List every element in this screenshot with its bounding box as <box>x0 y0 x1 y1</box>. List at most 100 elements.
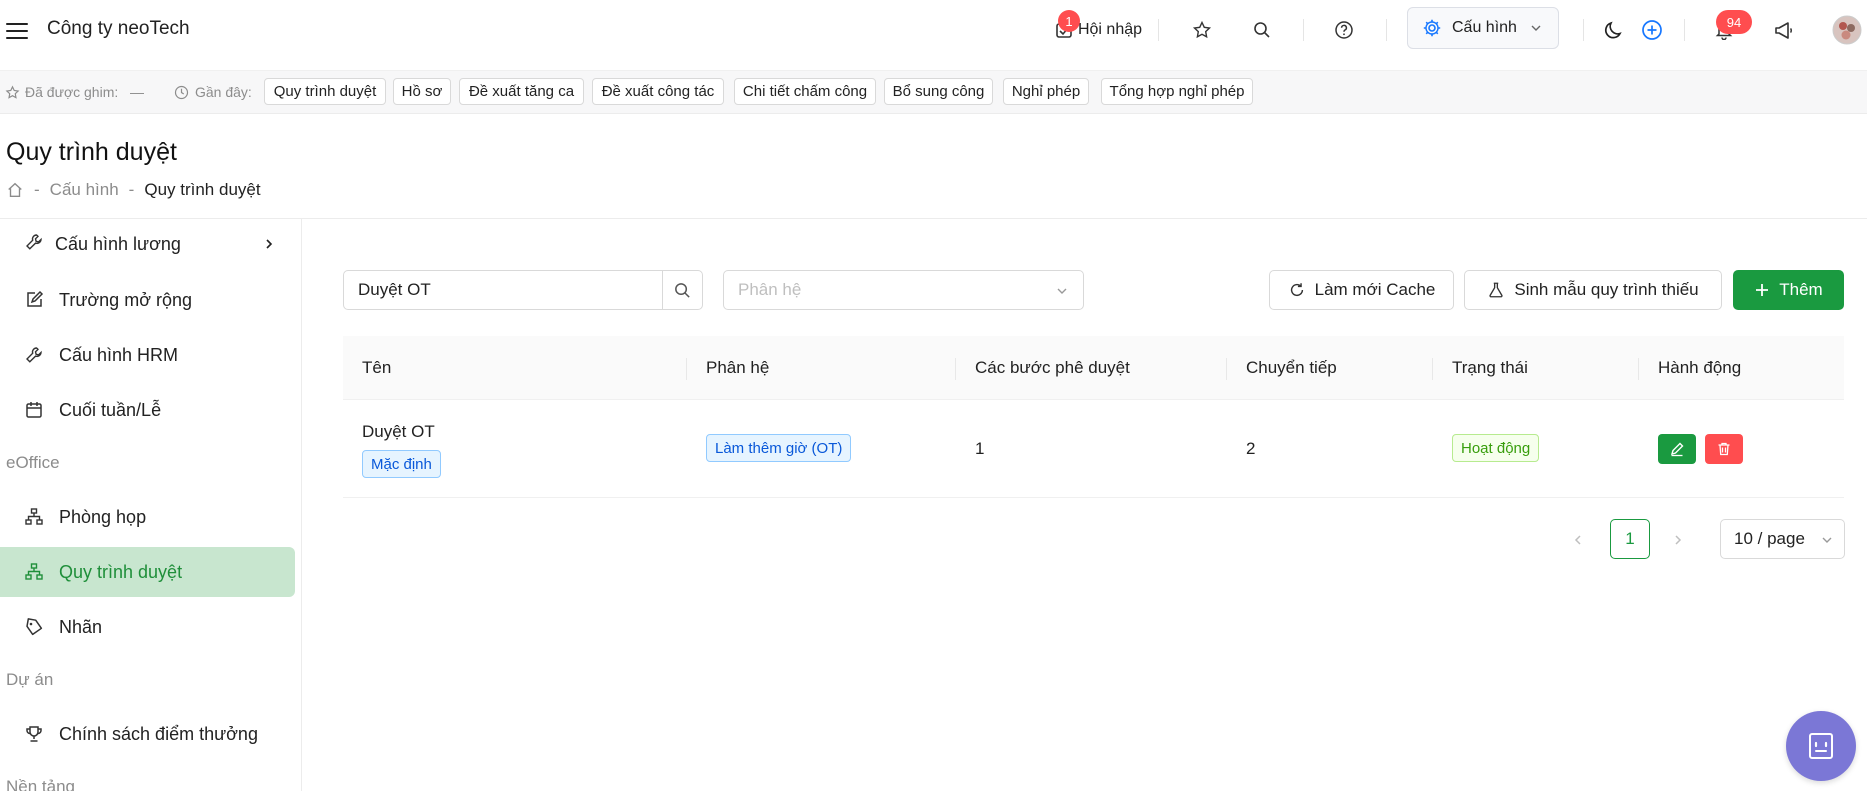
menu-icon[interactable] <box>6 22 28 40</box>
table-header: Tên Phân hệ Các bước phê duyệt Chuyển ti… <box>343 336 1844 400</box>
chevron-down-icon <box>1531 25 1541 31</box>
sidebar-item-label: Cấu hình HRM <box>59 344 179 365</box>
wrench-icon <box>26 347 42 363</box>
org-chart-icon <box>25 508 43 525</box>
config-button[interactable]: Cấu hình <box>1407 7 1559 49</box>
module-tag: Làm thêm giờ (OT) <box>706 434 852 462</box>
sidebar-item-label: Quy trình duyệt <box>59 561 183 582</box>
search-icon <box>675 282 690 298</box>
add-label: Thêm <box>1779 280 1823 299</box>
dark-mode-icon[interactable] <box>1598 0 1630 60</box>
gear-icon <box>1423 19 1441 37</box>
chevron-down-icon <box>1057 288 1067 294</box>
next-page-button[interactable] <box>1662 520 1694 560</box>
default-tag: Mặc định <box>362 450 441 478</box>
recent-chip-leave-summary[interactable]: Tổng hợp nghỉ phép <box>1101 78 1253 105</box>
sidebar-group-platform: Nền tảng <box>6 777 75 791</box>
clock-icon <box>174 85 189 100</box>
recent-chip-leave[interactable]: Nghỉ phép <box>1003 78 1089 105</box>
sidebar-item-label: Cấu hình lương <box>55 233 181 254</box>
refresh-cache-button[interactable]: Làm mới Cache <box>1269 270 1454 310</box>
sidebar-item-label: Chính sách điểm thưởng <box>59 723 258 744</box>
recent-chip-overtime[interactable]: Đề xuất tăng ca <box>459 78 584 105</box>
refresh-cache-label: Làm mới Cache <box>1314 280 1436 299</box>
recent-label: Gần đây: <box>195 84 252 100</box>
breadcrumb: - Cấu hình - Quy trình duyệt <box>6 180 261 200</box>
chatbot-button[interactable] <box>1786 711 1856 781</box>
calendar-icon <box>26 402 42 418</box>
table-row: Duyệt OT Mặc định Làm thêm giờ (OT) 1 2 … <box>343 400 1844 498</box>
chevron-right-icon <box>1675 535 1682 545</box>
breadcrumb-separator: - <box>34 180 40 199</box>
prev-page-button[interactable] <box>1562 520 1594 560</box>
sidebar-item-meeting-room[interactable]: Phòng họp <box>0 492 295 542</box>
tag-icon <box>26 618 43 636</box>
sidebar-item-labels[interactable]: Nhãn <box>0 602 295 652</box>
search-input[interactable] <box>344 271 662 309</box>
company-name[interactable]: Công ty neoTech <box>47 18 190 40</box>
search-button[interactable] <box>662 271 702 309</box>
wrench-icon <box>26 234 42 250</box>
recent-chip-attendance[interactable]: Chi tiết chấm công <box>734 78 876 105</box>
notification-badge: 94 <box>1716 10 1752 34</box>
sidebar-item-weekend-holiday[interactable]: Cuối tuần/Lễ <box>0 385 295 435</box>
chevron-left-icon <box>1574 535 1581 545</box>
home-icon[interactable] <box>6 181 24 199</box>
recent-chip-profile[interactable]: Hồ sơ <box>393 78 451 105</box>
avatar[interactable] <box>1830 0 1864 60</box>
add-circle-icon[interactable] <box>1636 0 1668 60</box>
add-button[interactable]: Thêm <box>1733 270 1844 310</box>
generate-template-label: Sinh mẫu quy trình thiếu <box>1514 280 1699 299</box>
sidebar-item-approval-workflow[interactable]: Quy trình duyệt <box>0 547 295 597</box>
module-select[interactable]: Phân hệ <box>723 270 1084 310</box>
edit-icon <box>27 290 44 307</box>
sidebar-group-eoffice: eOffice <box>6 453 60 472</box>
sidebar-item-label: Phòng họp <box>59 506 147 527</box>
flask-icon <box>1489 282 1503 298</box>
plus-icon <box>1756 284 1769 296</box>
recent-chip-approval[interactable]: Quy trình duyệt <box>264 78 386 105</box>
megaphone-icon[interactable] <box>1768 0 1800 60</box>
star-icon[interactable] <box>1186 0 1218 60</box>
page-number-button[interactable]: 1 <box>1610 519 1650 559</box>
sidebar-item-hrm-config[interactable]: Cấu hình HRM <box>0 330 295 380</box>
sidebar-item-reward-policy[interactable]: Chính sách điểm thưởng <box>0 709 295 759</box>
column-name: Tên <box>362 358 392 377</box>
recent-chip-supplement[interactable]: Bổ sung công <box>884 78 993 105</box>
generate-template-button[interactable]: Sinh mẫu quy trình thiếu <box>1464 270 1722 310</box>
robot-icon <box>1809 733 1833 759</box>
sidebar-item-label: Trường mở rộng <box>59 289 193 310</box>
checkin-badge: 1 <box>1058 10 1080 32</box>
sidebar[interactable]: Cấu hình lương Trường mở rộng Cấu hình H… <box>0 219 302 791</box>
sidebar-item-salary-config[interactable]: Cấu hình lương <box>0 219 295 269</box>
chevron-right-icon <box>266 239 273 249</box>
sidebar-item-extended-fields[interactable]: Trường mở rộng <box>0 275 295 325</box>
page-size-select[interactable]: 10 / page <box>1720 519 1845 559</box>
column-module: Phân hệ <box>706 358 770 377</box>
column-transitions: Chuyển tiếp <box>1246 358 1337 377</box>
page-title: Quy trình duyệt <box>6 138 177 166</box>
notification-button[interactable]: 94 <box>1708 0 1752 60</box>
sidebar-item-label: Nhãn <box>59 616 103 637</box>
checkin-label: Hội nhập <box>1077 21 1143 38</box>
column-approval-steps: Các bước phê duyệt <box>975 358 1130 377</box>
trash-icon <box>1718 442 1730 456</box>
breadcrumb-current: Quy trình duyệt <box>144 180 261 199</box>
checkin-button[interactable]: Hội nhập 1 <box>1048 0 1148 60</box>
refresh-icon <box>1290 283 1303 297</box>
config-label: Cấu hình <box>1452 19 1517 36</box>
pinned-empty: — <box>130 84 144 100</box>
row-steps: 1 <box>975 439 985 458</box>
org-chart-icon <box>25 563 43 580</box>
help-icon[interactable] <box>1328 0 1360 60</box>
breadcrumb-parent[interactable]: Cấu hình <box>50 180 119 200</box>
recent-chip-business-trip[interactable]: Đề xuất công tác <box>592 78 724 105</box>
column-actions: Hành động <box>1658 358 1742 377</box>
breadcrumb-separator: - <box>128 180 135 199</box>
search-icon[interactable] <box>1246 0 1278 60</box>
page-size-label: 10 / page <box>1734 529 1805 548</box>
delete-button[interactable] <box>1705 434 1743 464</box>
edit-button[interactable] <box>1658 434 1696 464</box>
module-select-placeholder: Phân hệ <box>738 280 802 299</box>
row-transitions: 2 <box>1246 439 1256 458</box>
